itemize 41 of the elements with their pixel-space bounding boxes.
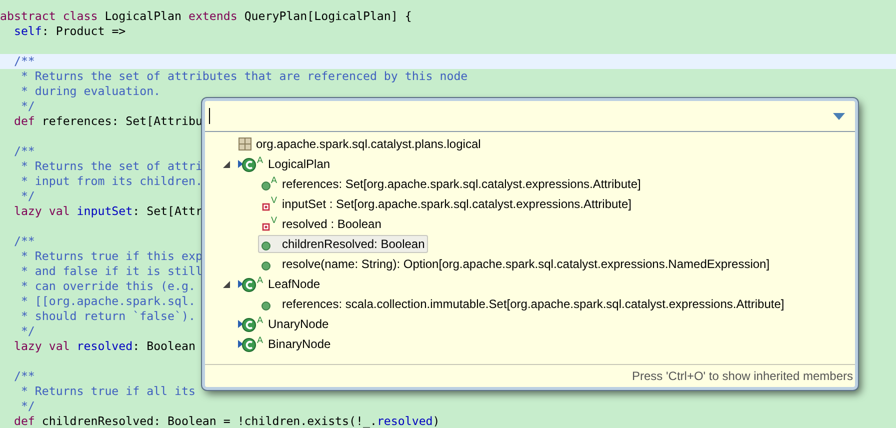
code-line: * input from its children.	[20, 174, 202, 188]
code-line: * [[org.apache.spark.sql.	[20, 294, 196, 308]
code-line: * Returns true if this exp	[20, 249, 202, 263]
outline-item[interactable]: references: scala.collection.immutable.Set[org.apache.spark.sql.catalyst.expressions.Attribute]	[258, 295, 788, 313]
code-line: * and false if it is still	[20, 264, 202, 278]
code-line: /**	[12, 54, 35, 68]
outline-item[interactable]: V resolved : Boolean	[258, 214, 384, 234]
outline-item[interactable]: A BinaryNode	[234, 334, 334, 354]
code-line: */	[20, 324, 35, 338]
code-line: */	[20, 99, 35, 113]
collapse-triangle-icon[interactable]	[222, 280, 230, 288]
method-icon	[261, 300, 271, 310]
dropdown-menu-icon[interactable]	[833, 112, 845, 120]
outline-item[interactable]: org.apache.spark.sql.catalyst.plans.logical	[234, 135, 484, 153]
code-line: */	[20, 399, 35, 413]
code-line: * Returns the set of attri	[20, 159, 202, 173]
code-line: /**	[12, 144, 35, 158]
package-icon	[237, 137, 253, 151]
code-line: /**	[12, 369, 35, 383]
code-line: lazy val inputSet: Set[Attr	[12, 204, 202, 218]
outline-item[interactable]: childrenResolved: Boolean	[258, 235, 428, 253]
outline-item[interactable]: A LogicalPlan	[234, 154, 334, 174]
code-line: lazy val resolved: Boolean	[12, 339, 196, 353]
code-line: * during evaluation.	[20, 84, 161, 98]
code-line: */	[20, 189, 35, 203]
code-line: * Returns true if all its	[20, 384, 196, 398]
outline-item[interactable]: resolve(name: String): Option[org.apache.spark.sql.catalyst.expressions.NamedExpression]	[258, 255, 773, 273]
code-line: def references: Set[Attribu	[12, 114, 202, 128]
code-line: def childrenResolved: Boolean = !children.exists(!_.resolved)	[12, 414, 440, 428]
code-line: self: Product =>	[12, 24, 126, 38]
code-line: /**	[12, 234, 35, 248]
status-hint: Press 'Ctrl+O' to show inherited members	[632, 369, 853, 383]
outline-item[interactable]: A UnaryNode	[234, 314, 332, 334]
collapse-triangle-icon[interactable]	[222, 160, 230, 168]
code-line: * should return `false`).	[20, 309, 196, 323]
outline-item[interactable]: A LeafNode	[234, 274, 324, 294]
code-line: * Returns the set of attributes that are referenced by this node	[20, 69, 468, 83]
code-line: * can override this (e.g.	[20, 279, 196, 293]
outline-item[interactable]: A references: Set[org.apache.spark.sql.catalyst.expressions.Attribute]	[258, 174, 644, 194]
outline-item[interactable]: V inputSet : Set[org.apache.spark.sql.catalyst.expressions.Attribute]	[258, 194, 635, 214]
code-line: abstract class LogicalPlan extends QueryPlan[LogicalPlan] {	[0, 9, 412, 23]
